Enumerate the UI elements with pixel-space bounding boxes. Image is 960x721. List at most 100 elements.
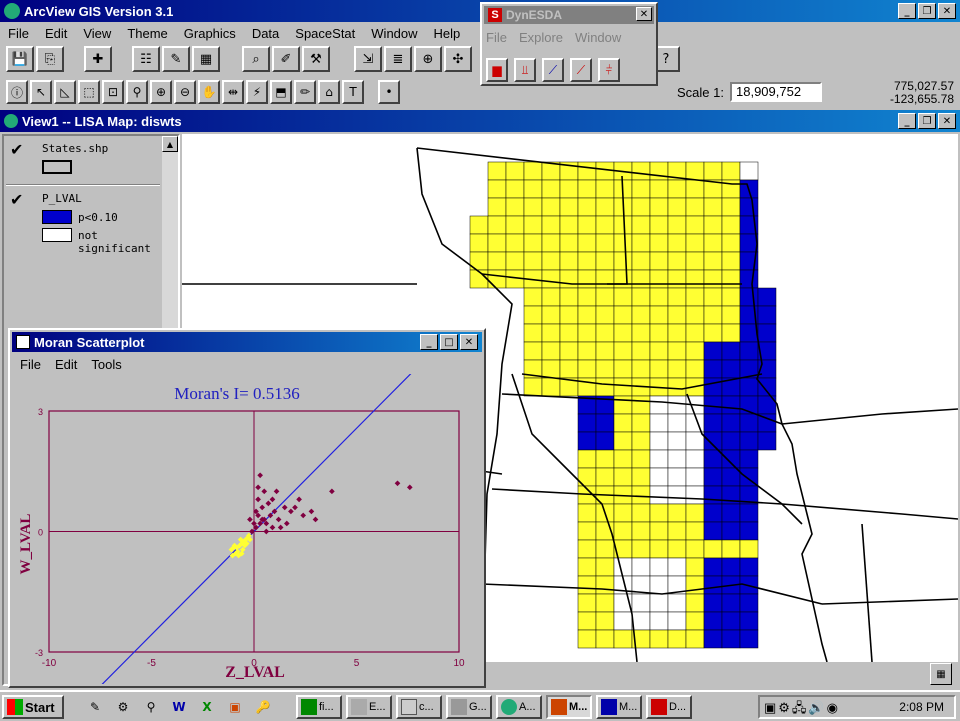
- county-polygon[interactable]: [595, 629, 615, 649]
- county-polygon[interactable]: [667, 269, 687, 289]
- county-polygon[interactable]: [595, 287, 615, 307]
- moran-close-button[interactable]: ✕: [460, 334, 478, 350]
- county-polygon[interactable]: [577, 431, 597, 451]
- county-polygon[interactable]: [595, 539, 615, 559]
- county-polygon[interactable]: [667, 503, 687, 523]
- restore-button[interactable]: ❐: [918, 3, 936, 19]
- county-polygon[interactable]: [667, 449, 687, 469]
- county-polygon[interactable]: [631, 161, 651, 181]
- county-polygon[interactable]: [505, 251, 525, 271]
- county-polygon[interactable]: [469, 233, 489, 253]
- save-icon[interactable]: 💾: [6, 46, 34, 72]
- county-polygon[interactable]: [595, 449, 615, 469]
- county-polygon[interactable]: [631, 341, 651, 361]
- county-polygon[interactable]: [685, 179, 705, 199]
- moran-minimize-button[interactable]: _: [420, 334, 438, 350]
- county-polygon[interactable]: [613, 251, 633, 271]
- county-polygon[interactable]: [721, 503, 741, 523]
- county-polygon[interactable]: [523, 233, 543, 253]
- county-polygon[interactable]: [505, 197, 525, 217]
- zoom-full-icon[interactable]: ✣: [444, 46, 472, 72]
- county-polygon[interactable]: [631, 431, 651, 451]
- find-icon[interactable]: ⌕: [242, 46, 270, 72]
- county-polygon[interactable]: [721, 287, 741, 307]
- county-polygon[interactable]: [703, 431, 723, 451]
- county-polygon[interactable]: [667, 485, 687, 505]
- county-polygon[interactable]: [703, 323, 723, 343]
- county-polygon[interactable]: [595, 611, 615, 631]
- identify-icon[interactable]: ⓘ: [6, 80, 28, 104]
- county-polygon[interactable]: [649, 611, 669, 631]
- county-polygon[interactable]: [487, 233, 507, 253]
- access-icon[interactable]: 🔑: [252, 695, 274, 719]
- task-button[interactable]: fi...: [296, 695, 342, 719]
- county-polygon[interactable]: [505, 233, 525, 253]
- county-polygon[interactable]: [595, 557, 615, 577]
- task-button[interactable]: E...: [346, 695, 392, 719]
- county-polygon[interactable]: [721, 449, 741, 469]
- county-polygon[interactable]: [631, 179, 651, 199]
- select-feature-icon[interactable]: ⬚: [78, 80, 100, 104]
- theme-properties-icon[interactable]: ☷: [132, 46, 160, 72]
- county-polygon[interactable]: [649, 269, 669, 289]
- county-polygon[interactable]: [721, 557, 741, 577]
- county-polygon[interactable]: [541, 377, 561, 397]
- menu-graphics[interactable]: Graphics: [176, 24, 244, 44]
- county-polygon[interactable]: [703, 395, 723, 415]
- county-polygon[interactable]: [541, 215, 561, 235]
- county-polygon[interactable]: [739, 449, 759, 469]
- area-of-interest-icon[interactable]: ⬒: [270, 80, 292, 104]
- county-polygon[interactable]: [613, 431, 633, 451]
- menu-view[interactable]: View: [75, 24, 119, 44]
- scale-input[interactable]: 18,909,752: [730, 82, 822, 102]
- boxplot-icon[interactable]: ⫫: [514, 58, 536, 82]
- county-polygon[interactable]: [721, 341, 741, 361]
- county-polygon[interactable]: [721, 611, 741, 631]
- county-polygon[interactable]: [595, 233, 615, 253]
- county-polygon[interactable]: [631, 215, 651, 235]
- county-polygon[interactable]: [739, 593, 759, 613]
- county-polygon[interactable]: [541, 197, 561, 217]
- county-polygon[interactable]: [595, 467, 615, 487]
- county-polygon[interactable]: [739, 341, 759, 361]
- county-polygon[interactable]: [541, 233, 561, 253]
- edit-legend-icon[interactable]: ✎: [162, 46, 190, 72]
- county-polygon[interactable]: [577, 233, 597, 253]
- county-polygon[interactable]: [649, 215, 669, 235]
- county-polygon[interactable]: [631, 395, 651, 415]
- powerpoint-icon[interactable]: ▣: [224, 695, 246, 719]
- county-polygon[interactable]: [667, 629, 687, 649]
- draw-icon[interactable]: ✏: [294, 80, 316, 104]
- county-polygon[interactable]: [703, 449, 723, 469]
- histogram-icon[interactable]: ▆: [486, 58, 508, 82]
- close-button[interactable]: ✕: [938, 3, 956, 19]
- scatterplot-icon[interactable]: ⟋: [542, 58, 564, 82]
- county-polygon[interactable]: [739, 377, 759, 397]
- county-polygon[interactable]: [595, 323, 615, 343]
- county-polygon[interactable]: [703, 359, 723, 379]
- dynesda-menu-window[interactable]: Window: [575, 30, 621, 45]
- moran-scatter-icon[interactable]: ⟋: [570, 58, 592, 82]
- county-polygon[interactable]: [649, 341, 669, 361]
- county-polygon[interactable]: [505, 215, 525, 235]
- county-polygon[interactable]: [721, 251, 741, 271]
- county-polygon[interactable]: [631, 323, 651, 343]
- county-polygon[interactable]: [631, 305, 651, 325]
- county-polygon[interactable]: [757, 287, 777, 307]
- checkbox-checked-icon[interactable]: ✔: [10, 140, 23, 160]
- county-polygon[interactable]: [613, 377, 633, 397]
- county-polygon[interactable]: [559, 287, 579, 307]
- county-polygon[interactable]: [703, 575, 723, 595]
- county-polygon[interactable]: [667, 593, 687, 613]
- county-polygon[interactable]: [721, 233, 741, 253]
- county-polygon[interactable]: [739, 323, 759, 343]
- county-polygon[interactable]: [595, 593, 615, 613]
- county-polygon[interactable]: [631, 413, 651, 433]
- county-polygon[interactable]: [577, 413, 597, 433]
- county-polygon[interactable]: [739, 557, 759, 577]
- county-polygon[interactable]: [613, 269, 633, 289]
- county-polygon[interactable]: [685, 629, 705, 649]
- county-polygon[interactable]: [649, 305, 669, 325]
- county-polygon[interactable]: [685, 593, 705, 613]
- county-polygon[interactable]: [685, 521, 705, 541]
